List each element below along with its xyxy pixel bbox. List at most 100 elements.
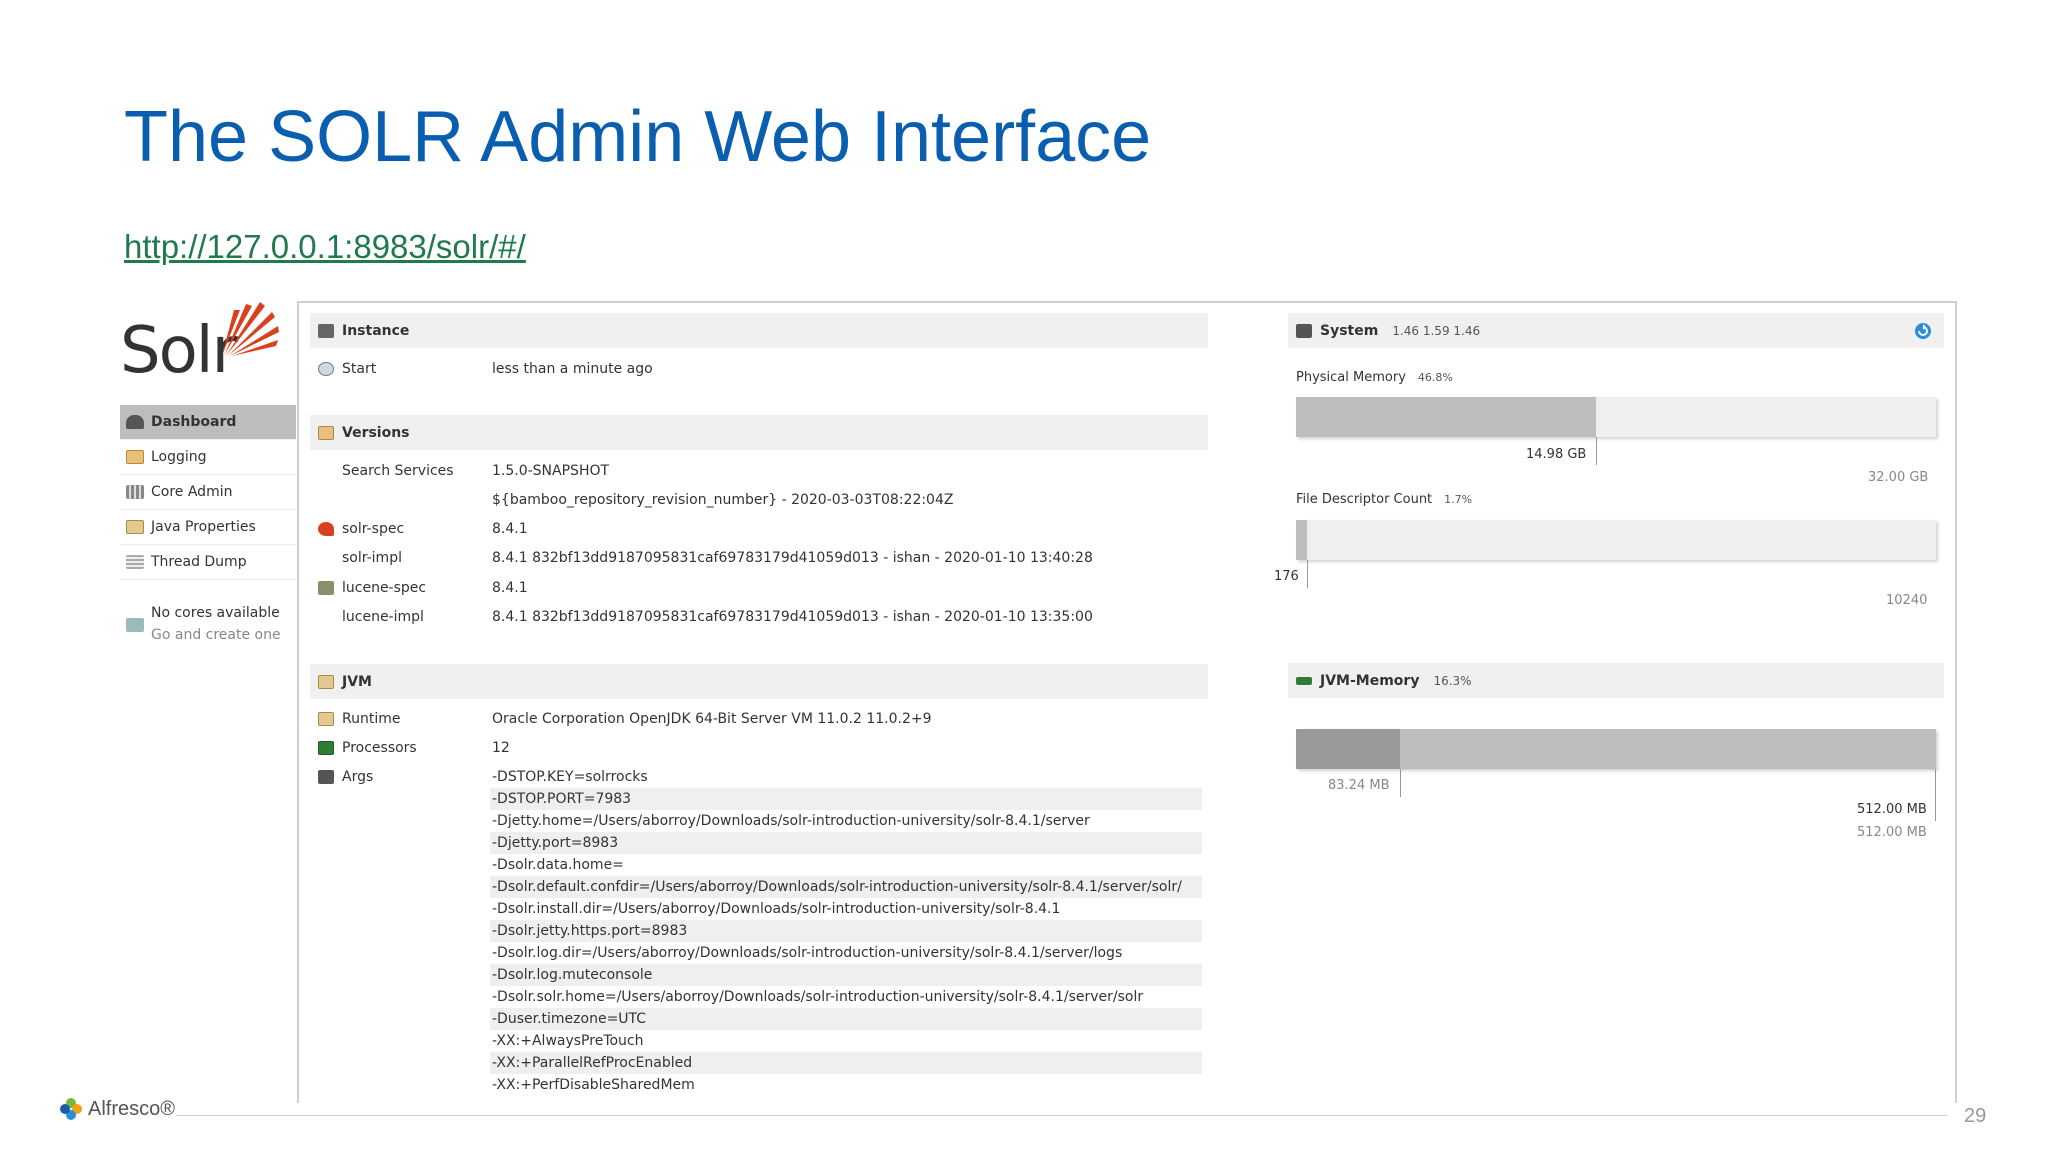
versions-icon	[318, 425, 334, 440]
jvm-arg: -DSTOP.KEY=solrrocks	[492, 769, 648, 785]
versions-title: Versions	[342, 424, 410, 441]
version-row: Search Services 1.5.0-SNAPSHOT	[310, 460, 1210, 482]
jvm-memory-header: JVM-Memory 16.3%	[1288, 663, 1944, 698]
jvm-header: JVM	[310, 664, 1208, 699]
solr-admin-url-link[interactable]: http://127.0.0.1:8983/solr/#/	[124, 228, 526, 266]
version-value: ${bamboo_repository_revision_number} - 2…	[492, 492, 954, 508]
runtime-row: Runtime Oracle Corporation OpenJDK 64-Bi…	[310, 708, 1210, 730]
instance-header: Instance	[310, 313, 1208, 348]
core-stack-icon	[126, 618, 144, 632]
jvm-arg: -Duser.timezone=UTC	[490, 1008, 1202, 1030]
start-row: Start less than a minute ago	[310, 358, 1210, 380]
java-properties-icon	[126, 520, 144, 534]
solr-icon	[318, 522, 334, 536]
jvm-memory-tick	[1400, 769, 1401, 797]
runtime-icon	[318, 712, 334, 726]
jvm-arg: -DSTOP.PORT=7983	[490, 788, 1202, 810]
version-row: solr-impl 8.4.1 832bf13dd9187095831caf69…	[310, 547, 1210, 569]
jvm-arg: -Dsolr.log.muteconsole	[490, 964, 1202, 986]
jvm-args-list: -DSTOP.KEY=solrrocks -DSTOP.PORT=7983 -D…	[490, 766, 1202, 1096]
version-row: solr-spec 8.4.1	[310, 518, 1210, 540]
jvm-arg: -Djetty.port=8983	[490, 832, 1202, 854]
processors-row: Processors 12	[310, 737, 1210, 759]
version-value: 8.4.1	[492, 521, 528, 537]
physical-memory-used-fill	[1296, 397, 1596, 437]
instance-icon	[318, 323, 334, 338]
clock-icon	[318, 362, 334, 376]
jvm-icon	[318, 674, 334, 689]
jvm-arg: -Dsolr.install.dir=/Users/aborroy/Downlo…	[492, 901, 1061, 917]
file-descriptor-total: 10240	[1886, 593, 1928, 608]
jvm-memory-title: JVM-Memory	[1320, 672, 1420, 689]
version-value: 8.4.1 832bf13dd9187095831caf69783179d410…	[492, 609, 1093, 625]
version-label: solr-impl	[342, 550, 402, 566]
physical-memory-total: 32.00 GB	[1868, 470, 1929, 485]
version-label: Search Services	[342, 463, 454, 479]
thread-dump-icon	[126, 555, 144, 569]
jvm-title: JVM	[342, 673, 372, 690]
version-value: 8.4.1	[492, 580, 528, 596]
start-value: less than a minute ago	[492, 361, 653, 377]
instance-title: Instance	[342, 322, 410, 339]
slide-title: The SOLR Admin Web Interface	[124, 97, 1152, 177]
physical-memory-percent: 46.8%	[1417, 371, 1453, 384]
nav-dashboard[interactable]: Dashboard	[120, 405, 296, 440]
nav-label: Java Properties	[151, 519, 256, 535]
system-icon	[1296, 323, 1312, 338]
nav-logging[interactable]: Logging	[120, 440, 296, 475]
refresh-icon[interactable]	[1914, 322, 1932, 340]
start-label: Start	[310, 361, 492, 377]
nav-label: Core Admin	[151, 484, 233, 500]
file-descriptor-tick	[1307, 560, 1308, 588]
jvm-memory-used-fill	[1296, 729, 1400, 769]
jvm-arg: -XX:+PerfDisableSharedMem	[492, 1077, 695, 1093]
nav-java-properties[interactable]: Java Properties	[120, 510, 296, 545]
nav-label: Dashboard	[151, 414, 237, 430]
nav-label: Logging	[151, 449, 207, 465]
footer-divider	[176, 1115, 1948, 1116]
version-label: solr-spec	[310, 521, 492, 537]
nav-core-admin[interactable]: Core Admin	[120, 475, 296, 510]
system-load: 1.46 1.59 1.46	[1392, 323, 1481, 338]
version-row: ${bamboo_repository_revision_number} - 2…	[310, 489, 1210, 511]
page-number: 29	[1964, 1105, 1987, 1127]
system-title: System	[1320, 322, 1379, 339]
processors-value: 12	[492, 740, 510, 756]
create-core-hint: Go and create one	[151, 627, 281, 643]
nav-label: Thread Dump	[151, 554, 247, 570]
lucene-icon	[318, 581, 334, 595]
file-descriptor-bar	[1296, 520, 1936, 560]
no-cores-text: No cores available	[151, 605, 280, 621]
physical-memory-bar	[1296, 397, 1936, 437]
sidebar-nav: Dashboard Logging Core Admin Java Proper…	[120, 405, 296, 646]
file-descriptor-used-fill	[1296, 520, 1307, 560]
alfresco-logo-text: Alfresco®	[88, 1097, 175, 1120]
jvm-arg: -Dsolr.default.confdir=/Users/aborroy/Do…	[490, 876, 1202, 898]
physical-memory-used: 14.98 GB	[1526, 447, 1587, 462]
versions-header: Versions	[310, 415, 1208, 450]
file-descriptor-label: File Descriptor Count 1.7%	[1296, 492, 1473, 507]
physical-memory-label: Physical Memory 46.8%	[1296, 370, 1453, 385]
jvm-memory-max: 512.00 MB	[1857, 825, 1927, 840]
file-descriptor-percent: 1.7%	[1444, 493, 1473, 506]
logging-icon	[126, 450, 144, 464]
jvm-arg: -XX:+AlwaysPreTouch	[492, 1033, 644, 1049]
jvm-arg: -Dsolr.jetty.https.port=8983	[490, 920, 1202, 942]
jvm-arg: -Dsolr.data.home=	[492, 857, 624, 873]
alfresco-flower-icon	[60, 1098, 82, 1120]
runtime-value: Oracle Corporation OpenJDK 64-Bit Server…	[492, 711, 932, 727]
runtime-label: Runtime	[310, 711, 492, 727]
args-label: Args	[310, 769, 492, 785]
solr-logo[interactable]: Solr	[120, 298, 280, 388]
version-value: 1.5.0-SNAPSHOT	[492, 463, 610, 479]
alfresco-logo: Alfresco®	[58, 1096, 175, 1122]
core-admin-icon	[126, 485, 144, 499]
version-row: lucene-impl 8.4.1 832bf13dd9187095831caf…	[310, 606, 1210, 628]
no-cores-notice[interactable]: No cores available Go and create one	[120, 602, 296, 646]
version-label: lucene-spec	[310, 580, 492, 596]
jvm-arg: -Dsolr.log.dir=/Users/aborroy/Downloads/…	[492, 945, 1123, 961]
jvm-memory-percent: 16.3%	[1433, 673, 1472, 688]
physical-memory-tick	[1596, 437, 1597, 465]
nav-thread-dump[interactable]: Thread Dump	[120, 545, 296, 580]
jvm-memory-used: 83.24 MB	[1328, 778, 1390, 793]
